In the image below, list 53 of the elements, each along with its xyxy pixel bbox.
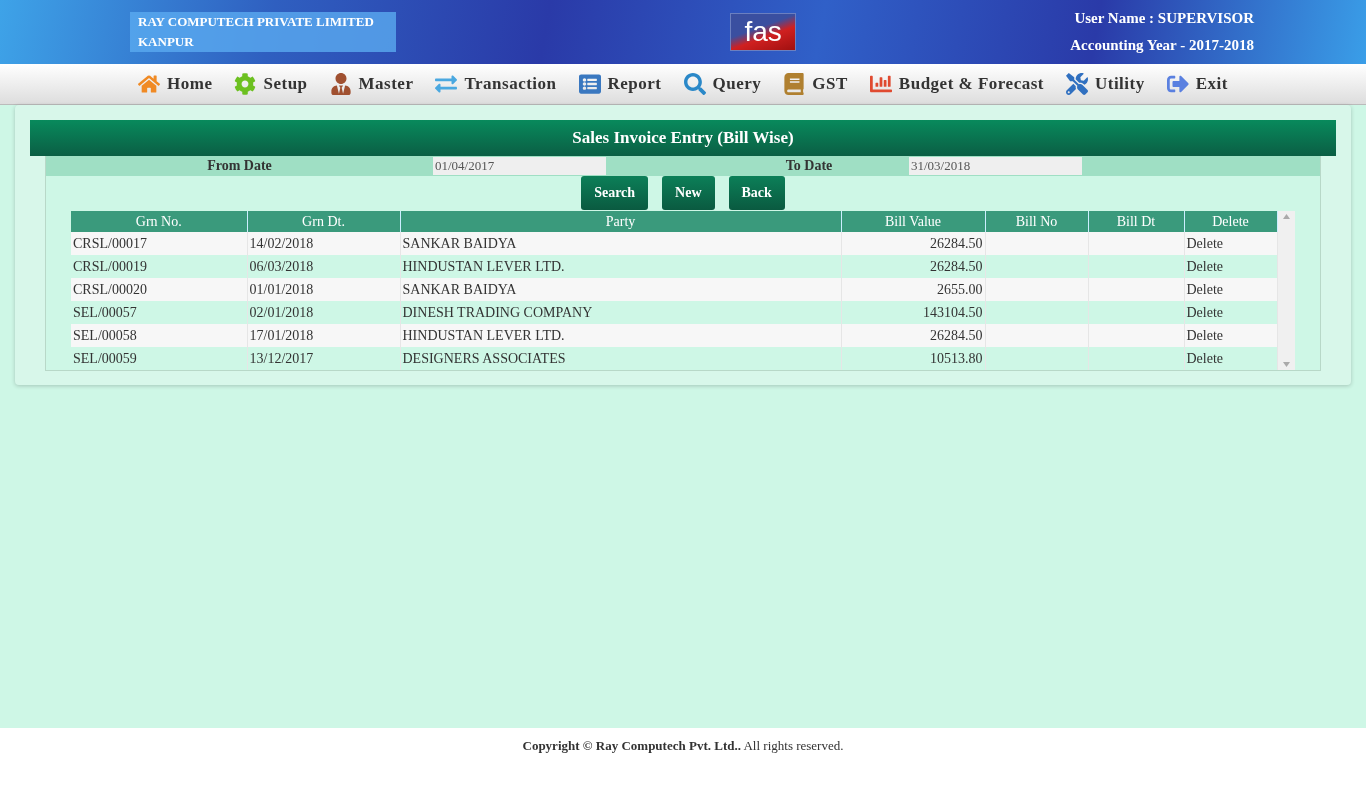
search-icon <box>683 73 706 95</box>
bar-chart-icon <box>869 73 892 95</box>
menu-item[interactable]: Report <box>578 73 662 95</box>
from-date-field[interactable]: 01/04/2017 <box>433 157 606 175</box>
scroll-down-icon[interactable] <box>1282 362 1290 367</box>
column-header: Grn No. <box>71 211 247 232</box>
tools-icon <box>1065 73 1088 95</box>
column-header: Bill No <box>985 211 1088 232</box>
menu-item[interactable]: Home <box>138 73 213 95</box>
column-header: Bill Dt <box>1088 211 1184 232</box>
form-title: Sales Invoice Entry (Bill Wise) <box>30 120 1336 156</box>
settings-icon <box>234 73 257 95</box>
menu-item[interactable]: Utility <box>1065 73 1145 95</box>
table-cell: DESIGNERS ASSOCIATES <box>400 347 841 370</box>
menu-item[interactable]: Setup <box>234 73 308 95</box>
from-date-label: From Date <box>206 158 273 174</box>
delete-link[interactable]: Delete <box>1186 327 1224 343</box>
table-cell: 13/12/2017 <box>247 347 400 370</box>
person-icon <box>329 73 352 95</box>
exit-icon <box>1166 73 1189 95</box>
menu-item[interactable]: Query <box>683 73 762 95</box>
table-cell: SEL/00059 <box>71 347 247 370</box>
delete-link[interactable]: Delete <box>1186 258 1224 274</box>
menu-item[interactable]: GST <box>783 73 848 95</box>
action-button[interactable]: Back <box>728 176 785 210</box>
menu-item[interactable]: Transaction <box>435 73 557 95</box>
menu-item[interactable]: Budget & Forecast <box>869 73 1044 95</box>
delete-link[interactable]: Delete <box>1186 350 1224 366</box>
home-icon <box>138 73 161 95</box>
delete-link[interactable]: Delete <box>1186 304 1224 320</box>
column-header: Grn Dt. <box>247 211 400 232</box>
action-button[interactable]: New <box>662 176 715 210</box>
company-city: KANPUR <box>138 34 195 50</box>
to-date-field[interactable]: 31/03/2018 <box>909 157 1082 175</box>
copyright-text: Copyright © Ray Computech Pvt. Ltd.. All rights reserved. <box>522 738 844 755</box>
scroll-up-icon[interactable] <box>1282 214 1290 219</box>
table-cell: 10513.80 <box>841 347 985 370</box>
delete-link[interactable]: Delete <box>1186 235 1224 251</box>
accounting-year: Accounting Year - 2017-2018 <box>1070 37 1254 54</box>
book-icon <box>783 73 806 95</box>
to-date-label: To Date <box>784 158 834 174</box>
report-icon <box>578 73 601 95</box>
column-header: Delete <box>1184 211 1277 232</box>
column-header: Party <box>400 211 841 232</box>
menu-item[interactable]: Master <box>329 73 414 95</box>
delete-link[interactable]: Delete <box>1186 281 1224 297</box>
logo: fas <box>730 13 797 51</box>
column-header: Bill Value <box>841 211 985 232</box>
company-name: RAY COMPUTECH PRIVATE LIMITED <box>138 14 375 30</box>
exchange-icon <box>435 73 458 95</box>
menu-item[interactable]: Exit <box>1166 73 1228 95</box>
action-button[interactable]: Search <box>581 176 649 210</box>
user-name: User Name : SUPERVISOR <box>1074 10 1254 27</box>
